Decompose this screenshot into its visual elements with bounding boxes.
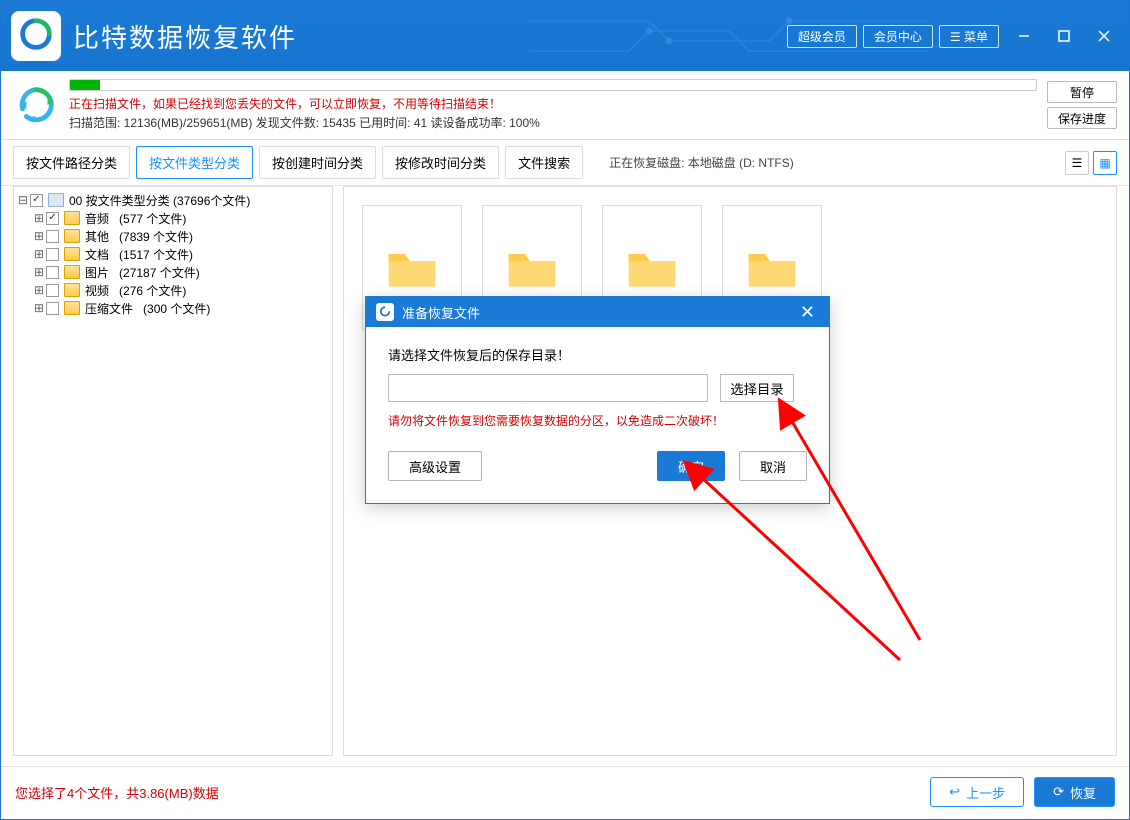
pause-button[interactable]: 暂停 [1047, 81, 1117, 103]
save-path-input[interactable] [388, 374, 708, 402]
scan-progress [69, 79, 1037, 91]
checkbox[interactable] [30, 194, 43, 207]
menu-icon: ☰ [950, 30, 964, 44]
tab-by-type[interactable]: 按文件类型分类 [136, 146, 253, 179]
recover-dialog: 准备恢复文件 ✕ 请选择文件恢复后的保存目录！ 选择目录 请勿将文件恢复到您需要… [365, 296, 830, 504]
advanced-settings-button[interactable]: 高级设置 [388, 451, 482, 481]
tree-root[interactable]: ⊟00 按文件类型分类 (37696个文件) [18, 191, 328, 209]
folder-icon [64, 265, 80, 279]
tree-item-audio[interactable]: ⊞音频 (577 个文件) [18, 209, 328, 227]
scan-status-bar: 正在扫描文件，如果已经找到您丢失的文件，可以立即恢复，不用等待扫描结束！ 扫描范… [1, 71, 1129, 140]
tree-item-archive[interactable]: ⊞压缩文件 (300 个文件) [18, 299, 328, 317]
app-logo [11, 11, 61, 61]
folder-icon [64, 301, 80, 315]
member-center-button[interactable]: 会员中心 [863, 25, 933, 48]
checkbox[interactable] [46, 230, 59, 243]
tree-item-other[interactable]: ⊞其他 (7839 个文件) [18, 227, 328, 245]
menu-button[interactable]: ☰ 菜单 [939, 25, 999, 48]
folder-icon [64, 211, 80, 225]
list-view-button[interactable]: ☰ [1065, 151, 1089, 175]
drive-icon [48, 193, 64, 207]
dialog-warning: 请勿将文件恢复到您需要恢复数据的分区，以免造成二次破坏！ [388, 412, 807, 429]
grid-icon: ▦ [1099, 156, 1110, 170]
checkbox[interactable] [46, 248, 59, 261]
back-icon: ↩ [949, 784, 960, 800]
scanning-disk-label: 正在恢复磁盘: 本地磁盘 (D: NTFS) [609, 154, 794, 171]
checkbox[interactable] [46, 212, 59, 225]
ok-button[interactable]: 确定 [657, 451, 725, 481]
folder-icon [64, 229, 80, 243]
scan-stats: 扫描范围: 12136(MB)/259651(MB) 发现文件数: 15435 … [69, 114, 1037, 131]
maximize-button[interactable] [1049, 23, 1079, 49]
folder-icon [64, 283, 80, 297]
refresh-icon: ⟳ [1053, 784, 1064, 800]
list-icon: ☰ [1072, 156, 1083, 170]
minimize-button[interactable] [1009, 23, 1039, 49]
tab-by-created[interactable]: 按创建时间分类 [259, 146, 376, 179]
browse-button[interactable]: 选择目录 [720, 374, 794, 402]
tabs-row: 按文件路径分类 按文件类型分类 按创建时间分类 按修改时间分类 文件搜索 正在恢… [1, 140, 1129, 186]
titlebar: 比特数据恢复软件 超级会员 会员中心 ☰ 菜单 [1, 1, 1129, 71]
prev-step-button[interactable]: ↩上一步 [930, 777, 1024, 807]
checkbox[interactable] [46, 266, 59, 279]
tree-item-document[interactable]: ⊞文档 (1517 个文件) [18, 245, 328, 263]
app-title: 比特数据恢复软件 [73, 18, 297, 55]
recover-button[interactable]: ⟳恢复 [1034, 777, 1115, 807]
grid-view-button[interactable]: ▦ [1093, 151, 1117, 175]
checkbox[interactable] [46, 302, 59, 315]
vip-button[interactable]: 超级会员 [787, 25, 857, 48]
dialog-titlebar: 准备恢复文件 ✕ [366, 297, 829, 327]
close-button[interactable] [1089, 23, 1119, 49]
tree-item-video[interactable]: ⊞视频 (276 个文件) [18, 281, 328, 299]
dialog-title-text: 准备恢复文件 [402, 303, 480, 322]
folder-icon [64, 247, 80, 261]
tab-search[interactable]: 文件搜索 [505, 146, 583, 179]
selection-text: 您选择了4个文件，共3.86(MB)数据 [15, 783, 219, 802]
tree-pane[interactable]: ⊟00 按文件类型分类 (37696个文件) ⊞音频 (577 个文件) ⊞其他… [13, 186, 333, 756]
tree-item-image[interactable]: ⊞图片 (27187 个文件) [18, 263, 328, 281]
dialog-icon [376, 303, 394, 321]
dialog-prompt: 请选择文件恢复后的保存目录！ [388, 345, 807, 364]
cancel-button[interactable]: 取消 [739, 451, 807, 481]
save-progress-button[interactable]: 保存进度 [1047, 107, 1117, 129]
scan-message: 正在扫描文件，如果已经找到您丢失的文件，可以立即恢复，不用等待扫描结束！ [69, 95, 1037, 112]
tab-by-modified[interactable]: 按修改时间分类 [382, 146, 499, 179]
selection-row: 您选择了4个文件，共3.86(MB)数据 ↩上一步 ⟳恢复 [1, 766, 1129, 817]
tab-by-path[interactable]: 按文件路径分类 [13, 146, 130, 179]
recycle-icon [13, 82, 59, 128]
dialog-close-button[interactable]: ✕ [796, 302, 819, 323]
checkbox[interactable] [46, 284, 59, 297]
